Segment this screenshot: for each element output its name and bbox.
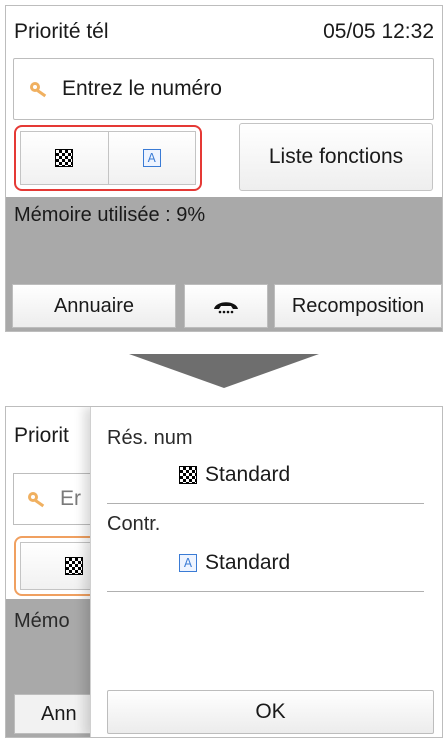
scan-settings-group: A xyxy=(14,125,202,191)
ok-button[interactable]: OK xyxy=(107,690,434,734)
annuaire-button[interactable]: Annuaire xyxy=(12,284,176,328)
memory-usage-text: Mémoire utilisée : 9% xyxy=(14,204,206,226)
background-memory-text: Mémo xyxy=(14,610,70,632)
contrast-label: Contr. xyxy=(107,513,161,535)
checkerboard-icon xyxy=(65,557,83,575)
resolution-button[interactable] xyxy=(20,131,109,185)
contrast-button[interactable]: A xyxy=(108,131,196,185)
contrast-a-icon: A xyxy=(179,554,197,572)
background-title: Priorit xyxy=(14,424,69,447)
checkerboard-icon xyxy=(179,466,197,484)
resolution-setting[interactable]: Standard xyxy=(179,463,290,487)
number-input[interactable]: Entrez le numéro xyxy=(13,58,434,120)
recomposition-label: Recomposition xyxy=(291,294,425,317)
hook-button[interactable] xyxy=(184,284,268,328)
resolution-label: Rés. num xyxy=(107,427,193,449)
divider xyxy=(107,503,424,504)
contrast-setting[interactable]: A Standard xyxy=(179,551,290,575)
fax-screen-before: Priorité tél 05/05 12:32 Entrez le numér… xyxy=(5,5,443,332)
datetime: 05/05 12:32 xyxy=(323,20,434,43)
resolution-value: Standard xyxy=(205,463,291,486)
screen-title: Priorité tél xyxy=(14,20,109,43)
phone-hook-icon xyxy=(214,302,238,314)
divider xyxy=(107,591,424,592)
key-icon xyxy=(30,82,47,98)
recomposition-button[interactable]: Recomposition xyxy=(274,284,442,328)
contrast-value: Standard xyxy=(205,551,291,574)
background-annuaire-label: Ann xyxy=(41,702,77,725)
number-input-placeholder: Entrez le numéro xyxy=(62,77,222,100)
list-functions-label: Liste fonctions xyxy=(268,145,404,168)
settings-popup: Rés. num Standard Contr. A Standard OK xyxy=(90,407,442,737)
transition-arrow-icon xyxy=(129,354,319,388)
ok-label: OK xyxy=(255,700,286,723)
checkerboard-icon xyxy=(55,149,74,167)
list-functions-button[interactable]: Liste fonctions xyxy=(239,123,433,191)
annuaire-label: Annuaire xyxy=(53,294,135,317)
fax-screen-after: Priorit Er Mémo Ann Rés. num Standard Co… xyxy=(5,406,443,738)
key-icon xyxy=(28,492,45,508)
background-input-text: Er xyxy=(60,487,81,510)
contrast-a-icon: A xyxy=(142,149,161,167)
title-bar: Priorité tél 05/05 12:32 xyxy=(6,6,442,58)
